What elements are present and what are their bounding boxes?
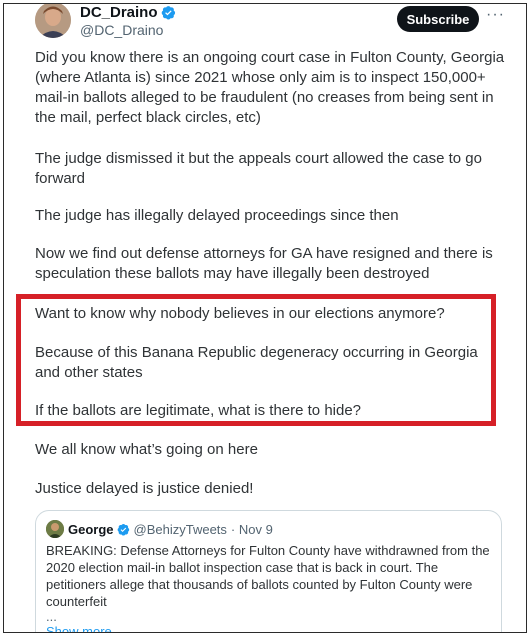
show-more-link[interactable]: Show more bbox=[46, 624, 112, 632]
author-handle[interactable]: @DC_Draino bbox=[80, 22, 163, 38]
quoted-author-handle[interactable]: @BehizyTweets bbox=[134, 522, 227, 537]
quoted-tweet-header: George @BehizyTweets · Nov 9 bbox=[46, 520, 273, 538]
verified-badge-icon bbox=[161, 6, 175, 20]
author-display-name[interactable]: DC_Draino bbox=[80, 4, 158, 21]
tweet-header: DC_Draino @DC_Draino Subscribe ··· bbox=[4, 4, 526, 50]
avatar-photo-icon bbox=[46, 520, 64, 538]
quoted-tweet-card[interactable]: George @BehizyTweets · Nov 9 BREAKING: D… bbox=[35, 510, 502, 632]
tweet-paragraph: Did you know there is an ongoing court c… bbox=[35, 49, 505, 126]
author-name-row: DC_Draino bbox=[80, 4, 176, 21]
quoted-author-avatar[interactable] bbox=[46, 520, 64, 538]
quoted-tweet-ellipsis: ... bbox=[46, 609, 57, 624]
tweet-paragraph: Justice delayed is justice denied! bbox=[35, 480, 254, 497]
quoted-author-display-name[interactable]: George bbox=[68, 522, 114, 537]
quoted-tweet-date[interactable]: · Nov 9 bbox=[231, 522, 273, 537]
more-options-icon[interactable]: ··· bbox=[486, 7, 504, 26]
subscribe-button[interactable]: Subscribe bbox=[397, 6, 479, 32]
tweet-paragraph: Now we find out defense attorneys for GA… bbox=[35, 245, 493, 282]
tweet-paragraph: The judge has illegally delayed proceedi… bbox=[35, 207, 399, 224]
tweet-paragraph: The judge dismissed it but the appeals c… bbox=[35, 150, 482, 187]
tweet-paragraph: We all know what’s going on here bbox=[35, 441, 258, 458]
tweet-paragraph-highlighted: Because of this Banana Republic degenera… bbox=[35, 344, 478, 381]
tweet-screenshot-frame: DC_Draino @DC_Draino Subscribe ··· Did y… bbox=[3, 3, 527, 633]
author-avatar[interactable] bbox=[35, 4, 71, 38]
quoted-tweet-text: BREAKING: Defense Attorneys for Fulton C… bbox=[46, 543, 490, 609]
tweet-paragraph-highlighted: Want to know why nobody believes in our … bbox=[35, 305, 445, 322]
tweet-paragraph-highlighted: If the ballots are legitimate, what is t… bbox=[35, 402, 362, 419]
avatar-photo-icon bbox=[35, 4, 71, 38]
verified-badge-icon bbox=[117, 523, 129, 536]
